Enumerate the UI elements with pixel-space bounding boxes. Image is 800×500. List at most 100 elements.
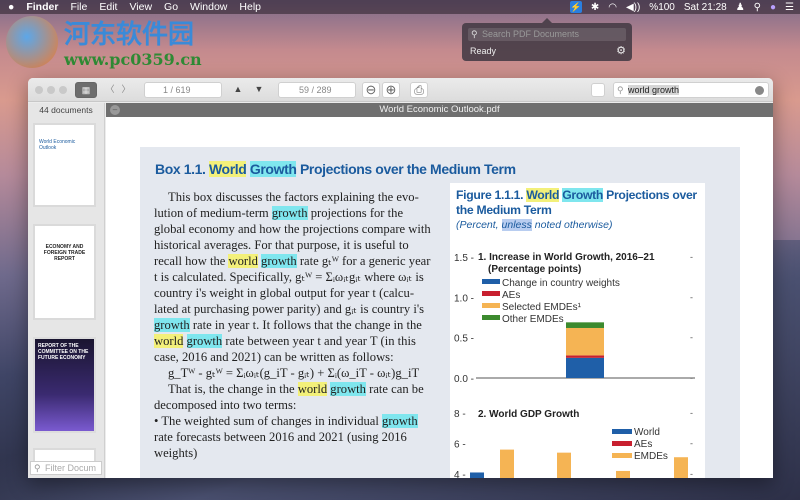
text-line: weights) — [154, 445, 444, 461]
gear-icon[interactable]: ⚙ — [616, 44, 626, 57]
text-line: growth rate in year t. It follows that t… — [154, 317, 444, 333]
search-placeholder: Search PDF Documents — [482, 29, 580, 39]
search-highlight: World — [208, 161, 247, 177]
legend-swatch — [482, 291, 500, 296]
text-segment: Box 1.1. — [155, 161, 209, 177]
find-value: world growth — [628, 85, 680, 95]
search-highlight: growth — [271, 206, 308, 220]
text-line: case, 2016 and 2021) can be written as f… — [154, 349, 444, 365]
search-highlight: growth — [382, 414, 418, 428]
document-sidebar: 44 documents World Economic Outlook ECON… — [28, 103, 105, 478]
search-icon: ⚲ — [34, 463, 41, 473]
text-segment: g_Tᵂ - gₜᵂ = Σᵢωᵢₜ(g_iT - gᵢₜ) + Σᵢ(ω_iT… — [168, 366, 420, 380]
bar — [470, 472, 484, 478]
bar — [557, 452, 571, 478]
bar — [674, 457, 688, 478]
close-button[interactable] — [35, 86, 43, 94]
minimize-button[interactable] — [47, 86, 55, 94]
siri-icon[interactable]: ● — [770, 2, 776, 13]
filter-placeholder: Filter Docum — [45, 463, 97, 473]
text-segment: This box discusses the factors explainin… — [168, 190, 419, 204]
find-input[interactable]: ⚲ world growth — [613, 82, 769, 98]
chart-1-subtitle: (Percentage points) — [488, 264, 581, 275]
watermark-text: 河东软件园 — [64, 20, 195, 50]
previous-result-button[interactable]: ▲ — [229, 82, 247, 98]
print-button[interactable]: ⎙ — [410, 82, 428, 98]
spotlight-icon[interactable]: ⚲ — [754, 2, 761, 13]
thumbnail-title: REPORT OF THE COMMITTEE ON THE FUTURE EC… — [38, 343, 89, 361]
y-tick-mark: - — [690, 333, 693, 343]
stacked-bar-segment — [566, 322, 604, 328]
thumbnail-title: ECONOMY AND FOREIGN TRADE REPORT — [43, 244, 86, 262]
forward-button[interactable]: 〉 — [118, 82, 134, 98]
text-line: lated at purchasing power parity) and gᵢ… — [154, 301, 444, 317]
zoom-button[interactable] — [59, 86, 67, 94]
search-highlight: growth — [261, 254, 297, 268]
text-line: rate forecasts between 2016 and 2021 (us… — [154, 429, 444, 445]
text-segment: rate between year t and year T (in this — [222, 334, 416, 348]
search-pdf-input[interactable]: ⚲ Search PDF Documents — [468, 28, 626, 41]
pdf-page: Box 1.1. World Growth Projections over t… — [106, 117, 773, 478]
document-thumbnail[interactable]: ECONOMY AND FOREIGN TRADE REPORT — [33, 224, 96, 320]
volume-icon[interactable]: ◀)) — [626, 2, 640, 13]
text-segment: rate in year t. It follows that the chan… — [189, 318, 422, 332]
legend-label: Change in country weights — [502, 278, 620, 289]
text-segment: t is calculated. Specifically, gₜᵂ = Σᵢω… — [154, 270, 424, 284]
legend-swatch — [482, 303, 500, 308]
page-number: 59 / 289 — [299, 85, 332, 95]
text-line: world growth rate between year t and yea… — [154, 333, 444, 349]
legend-label: Other EMDEs — [502, 314, 564, 325]
document-thumbnail[interactable]: REPORT OF THE COMMITTEE ON THE FUTURE EC… — [33, 337, 96, 433]
zoom-out-button[interactable]: ⊖ — [362, 82, 380, 98]
battery-status[interactable]: %100 — [649, 2, 675, 13]
filter-documents-input[interactable]: ⚲ Filter Docum — [30, 461, 102, 475]
page-number-field[interactable]: 59 / 289 — [278, 82, 356, 98]
document-title-bar: – World Economic Outlook.pdf — [106, 103, 773, 117]
bluetooth-icon[interactable]: ✱ — [591, 2, 599, 13]
next-result-button[interactable]: ▼ — [250, 82, 268, 98]
legend-swatch — [482, 279, 500, 284]
zoom-in-button[interactable]: ⊕ — [382, 82, 400, 98]
text-line: recall how the world growth rate gₜᵂ for… — [154, 253, 444, 269]
document-title: World Economic Outlook.pdf — [379, 104, 500, 115]
search-highlight: world — [228, 254, 258, 268]
document-thumbnail[interactable]: World Economic Outlook — [33, 123, 96, 207]
search-highlight: world — [297, 382, 328, 396]
notification-center-icon[interactable]: ☰ — [785, 2, 794, 13]
chart-2-title: 2. World GDP Growth — [478, 409, 579, 420]
pdf-search-popover: ⚲ Search PDF Documents Ready ⚙ — [462, 18, 632, 61]
text-line: decomposed into two terms: — [154, 397, 444, 413]
sidebar-toggle-checkbox[interactable] — [591, 83, 605, 97]
wifi-icon[interactable]: ◠ — [608, 2, 617, 13]
y-tick-mark: - — [690, 469, 693, 478]
text-segment: case, 2016 and 2021) can be written as f… — [154, 350, 394, 364]
text-line: country i's weight in global output for … — [154, 285, 444, 301]
search-highlight: growth — [154, 318, 190, 332]
legend-label: EMDEs — [634, 451, 668, 462]
search-highlight: Growth — [249, 161, 297, 177]
back-button[interactable]: 〈 — [102, 82, 118, 98]
legend-label: AEs — [502, 290, 520, 301]
collapse-icon[interactable]: – — [110, 105, 120, 115]
chart-1-title: 1. Increase in World Growth, 2016–21 — [478, 252, 655, 263]
text-segment: country i's weight in global output for … — [154, 286, 415, 300]
y-tick-label: 0.0 - — [454, 374, 474, 385]
document-search-field[interactable]: 1 / 619 — [144, 82, 222, 98]
legend-swatch — [482, 315, 500, 320]
box-title: Box 1.1. World Growth Projections over t… — [155, 161, 516, 177]
y-tick-mark: - — [690, 439, 693, 449]
pdf-search-menu-icon[interactable]: ⚡ — [569, 1, 582, 13]
menu-help[interactable]: Help — [239, 1, 261, 13]
logo-emblem — [6, 16, 58, 68]
text-segment: recall how the — [154, 254, 229, 268]
clear-search-icon[interactable] — [755, 86, 764, 95]
figure-charts: 0.0 - - 0.5 - - 1.0 - - 1.5 - - 1. Increase in W… — [454, 252, 695, 478]
bar — [500, 449, 514, 478]
text-segment: projections for the — [307, 206, 404, 220]
user-icon[interactable]: ♟ — [736, 2, 745, 13]
clock[interactable]: Sat 21:28 — [684, 2, 727, 13]
legend-label: AEs — [634, 439, 652, 450]
search-highlight: growth — [330, 382, 366, 396]
watermark-logo: 河东软件园 www.pc0359.cn — [2, 12, 222, 72]
grid-view-button[interactable]: ▦ — [75, 82, 97, 98]
